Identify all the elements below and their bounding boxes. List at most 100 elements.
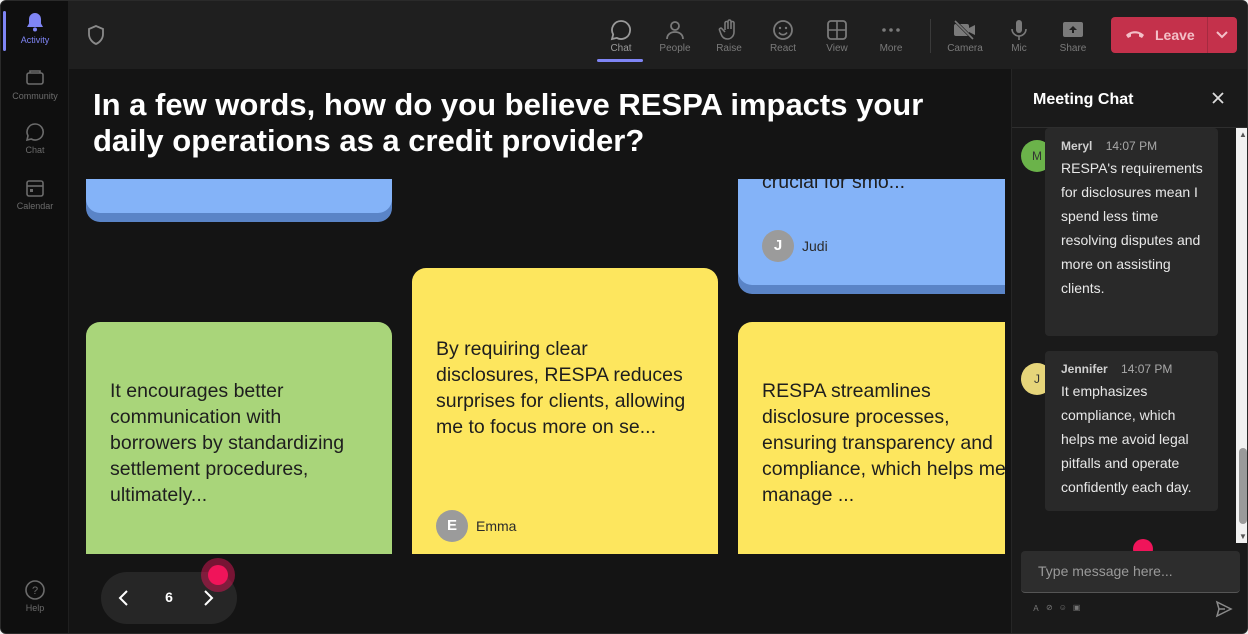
rail-item-activity[interactable]: Activity <box>1 11 69 51</box>
chat-message-input[interactable]: Type message here... <box>1021 551 1240 593</box>
toolbar-share-button[interactable]: Share <box>1047 9 1099 61</box>
format-toolbar: Ａ ⊘ ☺ ▣ <box>1032 603 1080 614</box>
scroll-down-icon[interactable]: ▼ <box>1239 532 1247 541</box>
author-name: Judi <box>802 238 828 254</box>
toolbar-camera-button[interactable]: Camera <box>939 9 991 61</box>
raise-hand-icon <box>717 17 741 43</box>
toolbar-button-label: Camera <box>947 42 983 54</box>
svg-text:?: ? <box>32 585 38 597</box>
presentation-stage: In a few words, how do you believe RESPA… <box>69 69 1011 633</box>
card-text: crucial for smo... <box>762 179 906 193</box>
scrollbar-thumb[interactable] <box>1239 448 1247 524</box>
message-text: It emphasizes compliance, which helps me… <box>1061 383 1192 495</box>
toolbar-mic-button[interactable]: Mic <box>993 9 1045 61</box>
toolbar-button-label: People <box>659 42 691 54</box>
app-rail: Activity Community Chat Calendar ? Help <box>1 1 69 633</box>
message-text: RESPA's requirements for disclosures mea… <box>1061 160 1203 296</box>
meeting-chat-panel: Meeting Chat M Meryl 14:07 PM RESPA's re… <box>1011 69 1247 633</box>
rail-item-community[interactable]: Community <box>1 67 69 101</box>
leave-label: Leave <box>1155 27 1195 43</box>
share-icon <box>1061 17 1085 43</box>
community-icon <box>24 67 46 89</box>
cursor-indicator <box>208 565 228 585</box>
toolbar-view-button[interactable]: View <box>811 9 863 61</box>
toolbar-button-label: Chat <box>610 42 632 54</box>
meeting-window: Activity Community Chat Calendar ? Help <box>0 0 1248 634</box>
help-icon: ? <box>24 579 46 601</box>
toolbar-divider <box>930 19 931 53</box>
format-icon[interactable]: Ａ <box>1032 603 1040 614</box>
toolbar-button-label: View <box>826 42 848 54</box>
page-number: 6 <box>165 589 173 605</box>
mic-icon <box>1007 17 1031 43</box>
card-text: It encourages better communication with … <box>110 380 345 506</box>
response-cards: crucial for smo... J Judi It encourages … <box>69 179 1005 554</box>
rail-item-label: Activity <box>20 35 50 45</box>
toolbar-button-label: Raise <box>716 42 742 54</box>
rail-item-help[interactable]: ? Help <box>1 579 69 613</box>
toolbar-button-label: More <box>879 42 903 54</box>
card-text: By requiring clear disclosures, RESPA re… <box>436 338 686 438</box>
message-meta: Jennifer 14:07 PM <box>1061 361 1206 377</box>
avatar: J <box>762 230 794 262</box>
message-meta: Meryl 14:07 PM <box>1061 138 1206 154</box>
view-grid-icon <box>825 17 849 43</box>
toolbar-raise-button[interactable]: Raise <box>703 9 755 61</box>
response-card[interactable]: By requiring clear disclosures, RESPA re… <box>412 268 718 554</box>
chat-message: Meryl 14:07 PM RESPA's requirements for … <box>1045 128 1218 336</box>
leave-divider <box>1207 17 1208 53</box>
chat-message-list: M Meryl 14:07 PM RESPA's requirements fo… <box>1012 128 1244 543</box>
meeting-toolbar: Chat People Raise React View More Camera <box>69 1 1247 69</box>
sender-name: Meryl <box>1061 139 1093 153</box>
message-time: 14:07 PM <box>1121 362 1173 376</box>
card-text: RESPA streamlines disclosure processes, … <box>762 380 1005 506</box>
camera-off-icon <box>952 17 978 43</box>
toolbar-chat-button[interactable]: Chat <box>595 9 647 62</box>
people-icon <box>663 17 687 43</box>
response-card[interactable]: It encourages better communication with … <box>86 322 392 554</box>
chat-message: Jennifer 14:07 PM It emphasizes complian… <box>1045 351 1218 511</box>
card-author: E Emma <box>436 510 516 542</box>
sender-name: Jennifer <box>1061 362 1108 376</box>
chevron-right-icon[interactable] <box>201 588 215 613</box>
close-icon[interactable] <box>1210 90 1226 111</box>
phone-hangup-icon <box>1125 27 1145 43</box>
react-icon <box>771 17 795 43</box>
chat-title: Meeting Chat <box>1033 91 1134 108</box>
rail-item-label: Chat <box>25 145 45 155</box>
response-card[interactable]: crucial for smo... J Judi <box>738 179 1005 285</box>
response-card[interactable]: RESPA streamlines disclosure processes, … <box>738 322 1005 554</box>
scroll-up-icon[interactable]: ▲ <box>1239 130 1247 139</box>
chat-icon <box>24 121 46 143</box>
toolbar-more-button[interactable]: More <box>865 9 917 61</box>
leave-button[interactable]: Leave <box>1111 17 1237 53</box>
send-icon[interactable] <box>1215 600 1233 623</box>
attach-icon[interactable]: ⊘ <box>1046 603 1053 614</box>
avatar: E <box>436 510 468 542</box>
toolbar-react-button[interactable]: React <box>757 9 809 61</box>
chevron-left-icon[interactable] <box>117 588 131 613</box>
toolbar-people-button[interactable]: People <box>649 9 701 61</box>
chat-icon <box>609 17 633 43</box>
rail-item-chat[interactable]: Chat <box>1 121 69 155</box>
chat-scrollbar[interactable]: ▲ ▼ <box>1236 128 1247 543</box>
chevron-down-icon[interactable] <box>1215 27 1229 44</box>
toolbar-button-label: Mic <box>1011 42 1027 54</box>
emoji-icon[interactable]: ☺ <box>1059 603 1067 614</box>
bell-icon <box>24 11 46 33</box>
calendar-icon <box>24 177 46 199</box>
response-card[interactable] <box>86 179 392 213</box>
rail-item-calendar[interactable]: Calendar <box>1 177 69 211</box>
shield-icon[interactable] <box>87 25 105 50</box>
question-title: In a few words, how do you believe RESPA… <box>93 87 924 158</box>
gif-icon[interactable]: ▣ <box>1073 603 1081 614</box>
avatar-initial: J <box>1034 372 1040 386</box>
more-icon <box>879 17 903 43</box>
avatar-initial: M <box>1032 149 1042 163</box>
author-name: Emma <box>476 518 517 534</box>
message-time: 14:07 PM <box>1105 139 1158 153</box>
rail-item-label: Calendar <box>16 201 54 211</box>
toolbar-button-label: React <box>769 42 797 54</box>
rail-item-label: Help <box>25 603 45 613</box>
card-author: J Judi <box>762 230 828 262</box>
